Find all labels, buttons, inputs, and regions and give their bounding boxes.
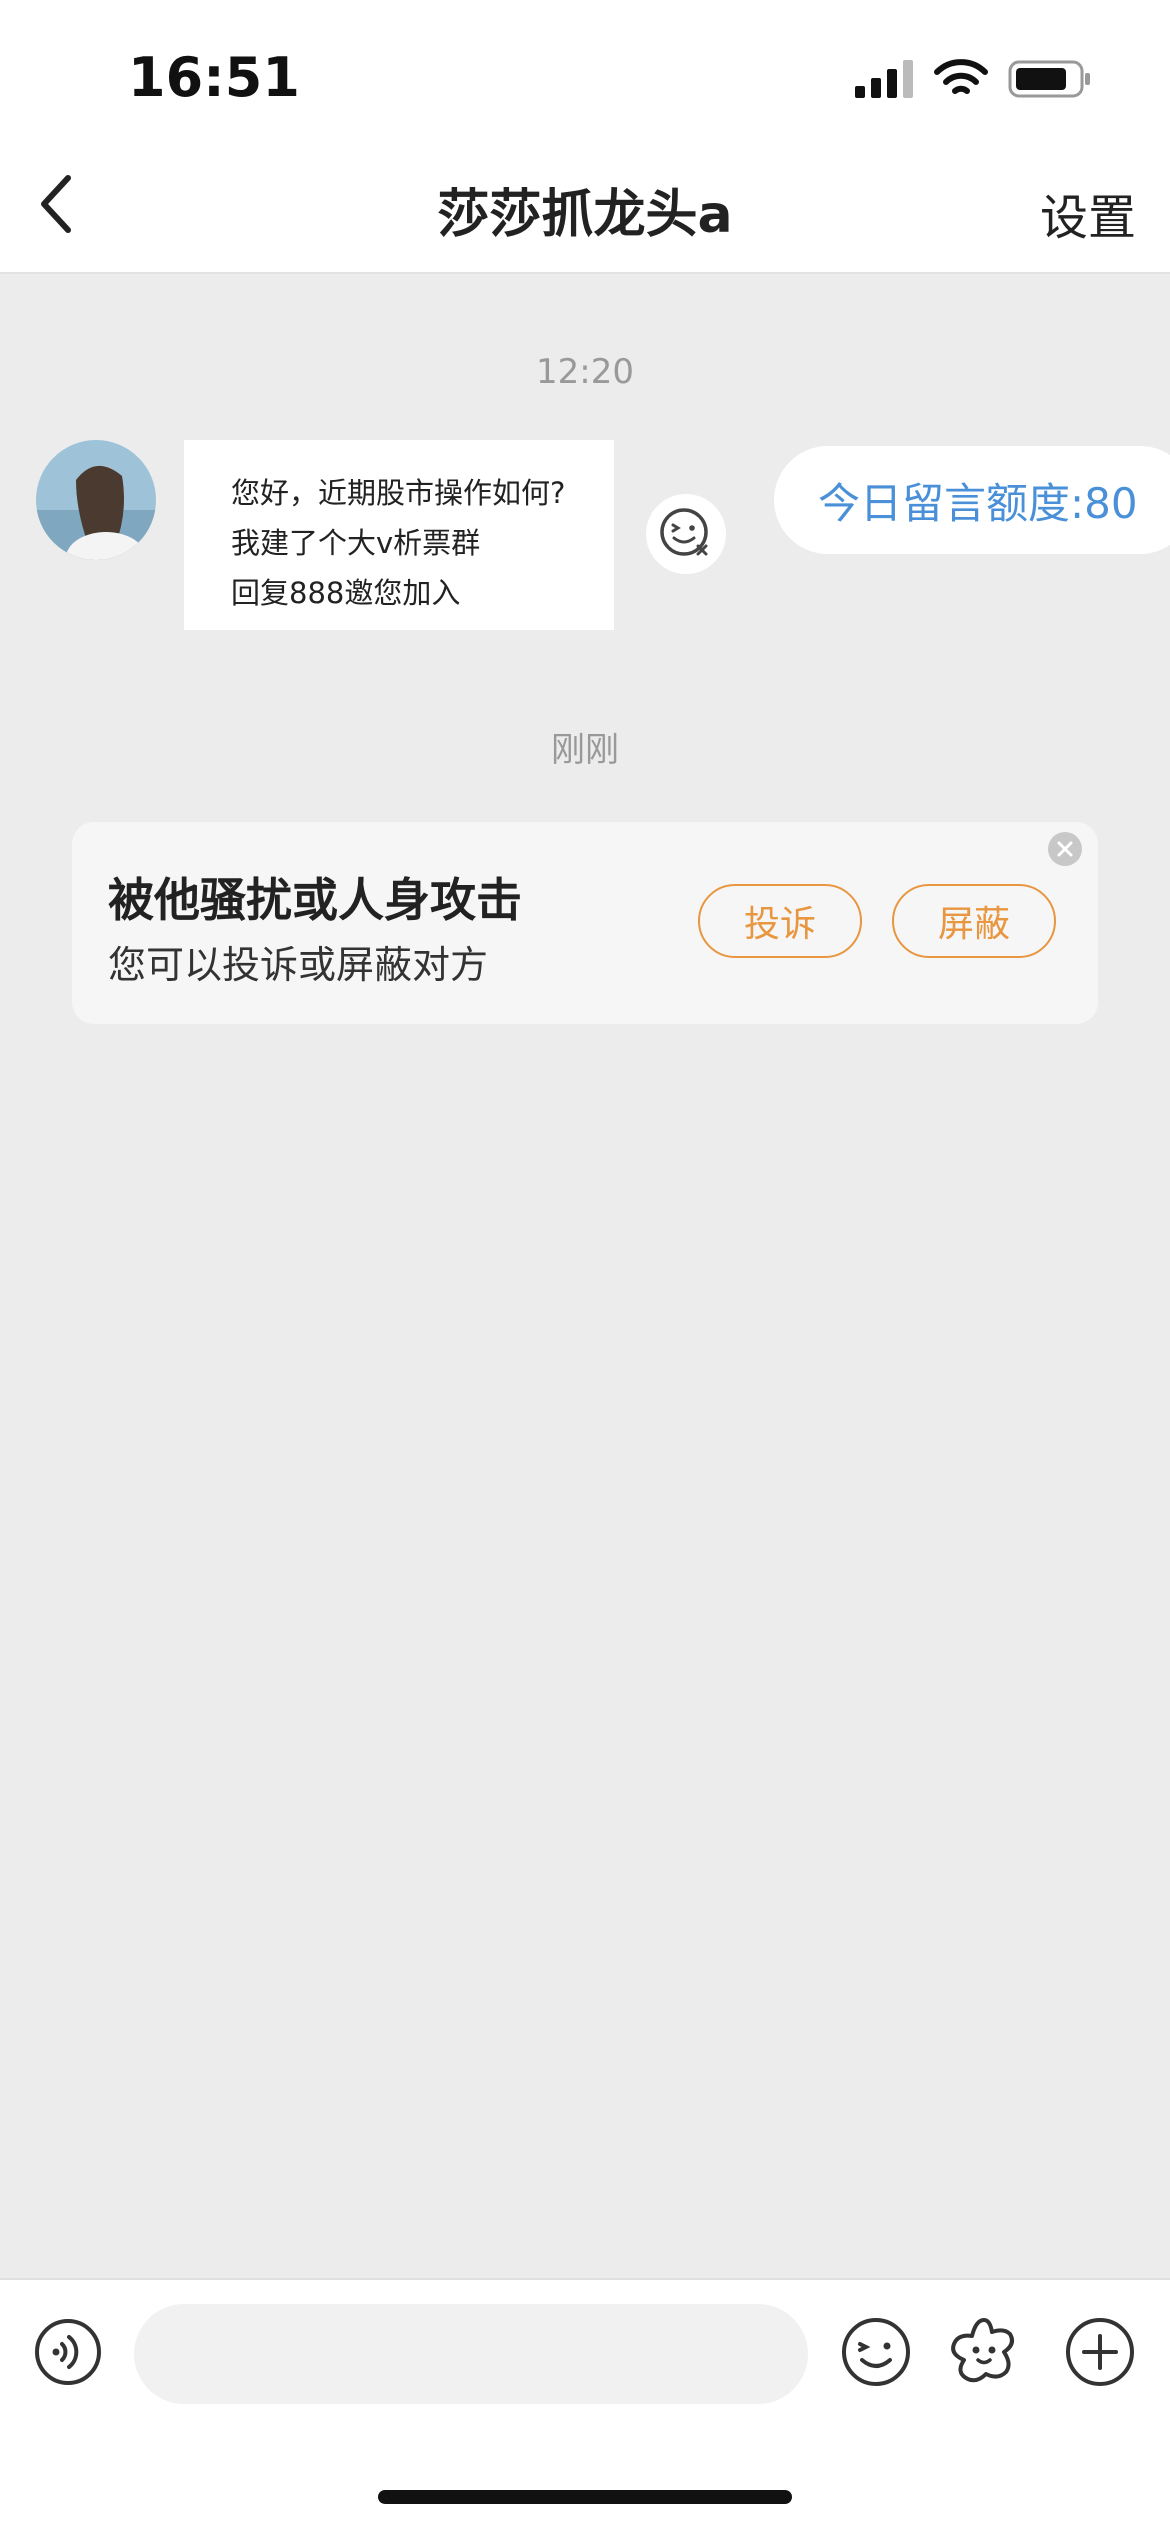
incoming-message-bubble[interactable]: 您好，近期股市操作如何? 我建了个大v析票群 回复888邀您加入 xyxy=(184,440,614,630)
sticker-icon[interactable] xyxy=(946,2314,1022,2390)
report-title: 被他骚扰或人身攻击 xyxy=(108,873,522,927)
complain-button[interactable]: 投诉 xyxy=(698,884,862,958)
emoji-reply-icon xyxy=(660,508,708,556)
avatar-photo xyxy=(36,440,156,560)
voice-icon[interactable] xyxy=(34,2318,102,2386)
block-button[interactable]: 屏蔽 xyxy=(892,884,1056,958)
close-card-button[interactable] xyxy=(1048,832,1082,866)
home-indicator xyxy=(378,2490,792,2504)
message-line: 回复888邀您加入 xyxy=(231,576,461,610)
status-time: 16:51 xyxy=(128,46,300,109)
report-subtitle: 您可以投诉或屏蔽对方 xyxy=(108,943,489,987)
message-line: 您好，近期股市操作如何? xyxy=(231,476,566,510)
close-icon xyxy=(1057,841,1073,857)
report-card: 被他骚扰或人身攻击 您可以投诉或屏蔽对方 投诉 屏蔽 xyxy=(72,822,1098,1024)
emoji-reply-button[interactable] xyxy=(646,494,726,574)
top-bar: 16:51 莎莎抓龙头a 设置 xyxy=(0,0,1170,274)
message-line: 我建了个大v析票群 xyxy=(231,526,481,560)
timestamp: 12:20 xyxy=(536,352,634,392)
signal-icon xyxy=(855,60,913,98)
message-quota-badge: 今日留言额度:80 xyxy=(774,446,1170,554)
wifi-icon xyxy=(934,59,988,94)
battery-icon xyxy=(1008,60,1090,98)
page-title: 莎莎抓龙头a xyxy=(437,185,733,245)
settings-button[interactable]: 设置 xyxy=(1040,178,1136,248)
emoji-icon[interactable] xyxy=(840,2316,912,2388)
timestamp: 刚刚 xyxy=(551,730,619,770)
plus-icon[interactable] xyxy=(1064,2316,1136,2388)
message-input[interactable] xyxy=(134,2304,808,2404)
avatar[interactable] xyxy=(36,440,156,560)
